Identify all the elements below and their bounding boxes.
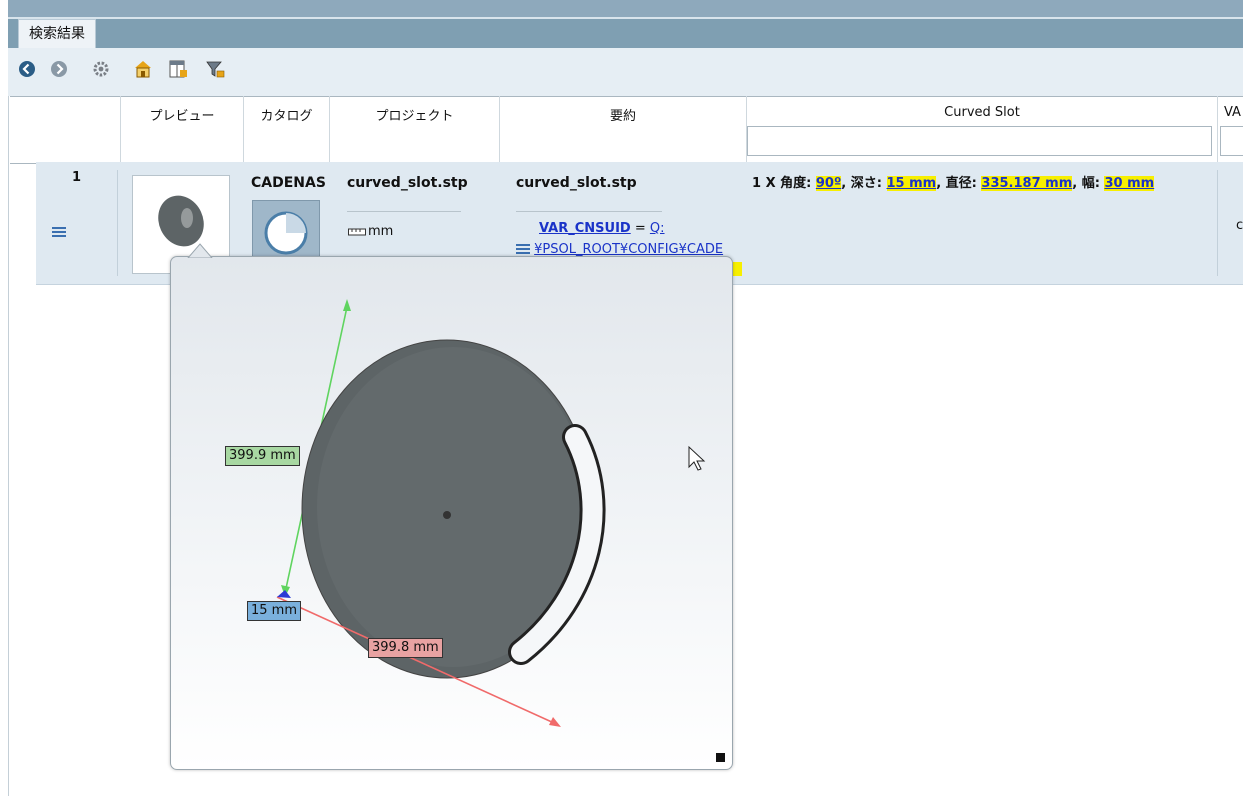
preview-popup[interactable]: 399.9 mm 15 mm 399.8 mm xyxy=(170,256,733,770)
column-header-catalog[interactable]: カタログ xyxy=(244,96,330,162)
var-path-link[interactable]: ¥PSOL_ROOT¥CONFIG¥CADE xyxy=(534,242,723,257)
row-index: 1 xyxy=(72,170,82,185)
project-filename: curved_slot.stp xyxy=(347,175,468,191)
curved-slot-values: 1 X 角度: 90º, 深さ: 15 mm, 直径: 335.187 mm, … xyxy=(752,172,1155,191)
filter-icon[interactable] xyxy=(205,59,225,79)
catalog-name: CADENAS xyxy=(251,175,326,191)
column-header-preview[interactable]: プレビュー xyxy=(120,96,244,162)
ruler-icon xyxy=(348,228,366,235)
curved-slot-filter-input[interactable] xyxy=(747,126,1212,156)
x-axis-arrow xyxy=(549,717,561,727)
width-label: , 幅: xyxy=(1072,176,1105,191)
var-name-link[interactable]: VAR_CNSUID xyxy=(539,221,631,236)
angle-label: 1 X 角度: xyxy=(752,176,816,191)
depth-value[interactable]: 15 mm xyxy=(886,176,937,191)
diameter-value[interactable]: 335.187 mm xyxy=(981,176,1073,191)
divider xyxy=(516,211,662,212)
center-hole xyxy=(443,511,451,519)
divider xyxy=(347,211,461,212)
z-axis-marker xyxy=(277,590,291,598)
toolbar xyxy=(8,48,1243,96)
summary-title: curved_slot.stp xyxy=(516,175,637,191)
settings-icon[interactable] xyxy=(91,59,111,79)
row-divider xyxy=(117,170,118,276)
var-filter-input[interactable] xyxy=(1220,126,1243,156)
row-divider xyxy=(1217,170,1218,276)
top-bar xyxy=(8,0,1243,17)
popup-pointer xyxy=(187,243,213,258)
3d-preview-canvas[interactable] xyxy=(171,257,732,769)
mouse-cursor-icon xyxy=(688,445,706,471)
unit-label: mm xyxy=(368,224,394,239)
dimension-label-y: 399.9 mm xyxy=(225,446,300,466)
resize-handle[interactable] xyxy=(716,753,725,762)
dimension-label-z: 15 mm xyxy=(247,601,302,621)
depth-label: , 深さ: xyxy=(841,176,887,191)
tab-strip xyxy=(8,17,1243,48)
summary-menu-icon[interactable] xyxy=(516,244,530,254)
diameter-label: , 直径: xyxy=(936,176,982,191)
summary-path: ¥PSOL_ROOT¥CONFIG¥CADE xyxy=(516,242,747,257)
forward-icon[interactable] xyxy=(49,59,69,79)
column-header-summary[interactable]: 要約 xyxy=(500,96,747,162)
dimension-label-x: 399.8 mm xyxy=(368,638,443,658)
column-layout-icon[interactable] xyxy=(168,59,188,79)
var-cell-value: c xyxy=(1236,218,1243,233)
unit-display: mm xyxy=(348,224,393,239)
back-icon[interactable] xyxy=(17,59,37,79)
var-value-link[interactable]: Q: xyxy=(650,221,665,236)
width-value[interactable]: 30 mm xyxy=(1104,176,1155,191)
tab-search-results[interactable]: 検索結果 xyxy=(18,19,96,48)
angle-value[interactable]: 90º xyxy=(815,176,842,191)
column-header-project[interactable]: プロジェクト xyxy=(330,96,500,162)
row-menu-icon[interactable] xyxy=(52,226,66,242)
catalog-home-icon[interactable] xyxy=(133,59,153,79)
summary-variable: VAR_CNSUID = Q: xyxy=(539,221,665,236)
catalog-logo xyxy=(252,200,320,262)
y-axis-arrow xyxy=(343,299,351,311)
var-equals: = xyxy=(630,221,650,236)
